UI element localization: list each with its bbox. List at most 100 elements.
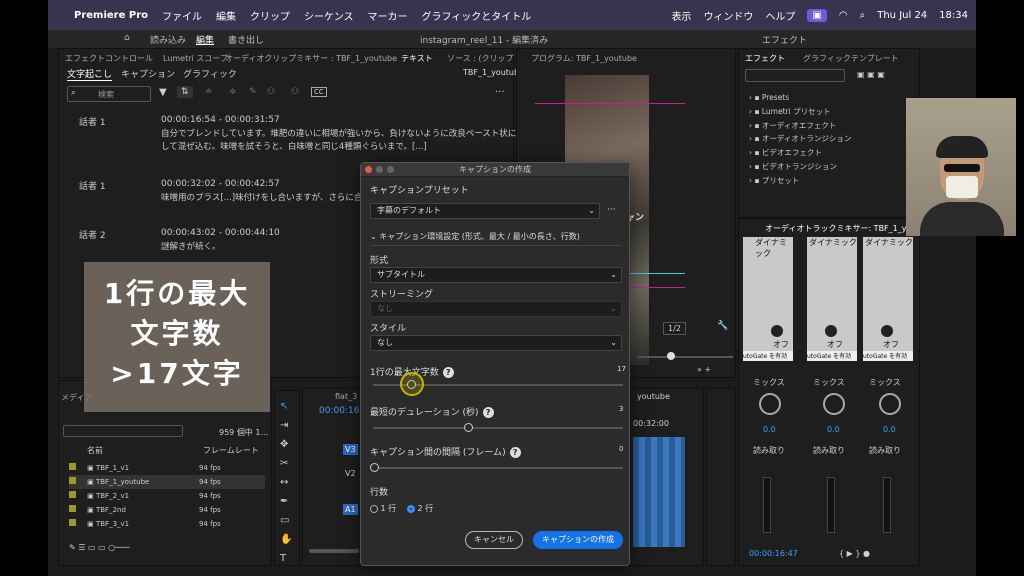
col-name[interactable]: 名前 xyxy=(87,445,103,456)
pan-knob[interactable] xyxy=(759,393,781,415)
menu-file[interactable]: ファイル xyxy=(162,8,202,23)
entry-text[interactable]: して混ぜ込む。味噌を試そうと、白味噌と同じ4種類ぐらいまで。[...] xyxy=(161,140,427,152)
close-icon[interactable] xyxy=(365,166,372,173)
menu-help[interactable]: ヘルプ xyxy=(765,8,795,23)
project-item[interactable]: ▣ TBF_2nd 94 fps xyxy=(69,503,265,517)
format-select[interactable]: サブタイトル ⌄ xyxy=(370,267,622,283)
tab-export[interactable]: 書き出し xyxy=(228,33,264,46)
tab-effects[interactable]: エフェクト xyxy=(745,53,785,64)
scrub-bar[interactable] xyxy=(637,356,733,358)
pen-icon[interactable]: ✒ xyxy=(280,492,292,511)
tab-lumetri[interactable]: Lumetri スコープ xyxy=(163,53,228,64)
tab-effect-controls[interactable]: エフェクトコントロール xyxy=(65,53,153,64)
tab-source[interactable]: ソース : (クリップ xyxy=(447,53,514,64)
speaker-label[interactable]: 話者 2 xyxy=(79,228,106,241)
playhead-knob[interactable] xyxy=(667,352,675,360)
audio-clip[interactable] xyxy=(633,437,685,547)
effects-item[interactable]: › ▪ プリセット xyxy=(749,174,851,188)
gap-knob[interactable] xyxy=(370,463,379,472)
preset-more-icon[interactable]: ··· xyxy=(607,205,616,215)
tab-audio-clip-mixer[interactable]: オーディオクリップミキサー : TBF_1_youtube xyxy=(225,53,397,64)
project-item[interactable]: ▣ TBF_1_youtube 94 fps xyxy=(69,475,265,489)
project-search[interactable] xyxy=(63,425,183,437)
split-icon[interactable]: ⇅ xyxy=(177,86,193,98)
align-icon[interactable]: ≑ xyxy=(229,87,237,97)
project-item[interactable]: ▣ TBF_2_v1 94 fps xyxy=(69,489,265,503)
cancel-button[interactable]: キャンセル xyxy=(465,531,523,549)
zoom-icon[interactable] xyxy=(387,166,394,173)
pan-knob[interactable] xyxy=(879,393,901,415)
effects-item[interactable]: › ▪ ビデオトランジション xyxy=(749,160,851,174)
col-fps[interactable]: フレームレート xyxy=(203,445,259,456)
subtab-graphics[interactable]: グラフィック xyxy=(183,67,237,80)
track-select-icon[interactable]: ⇥ xyxy=(280,416,292,435)
track-v2[interactable]: V2 xyxy=(345,469,356,478)
mode-select[interactable]: ミックス xyxy=(869,377,901,388)
preset-select[interactable]: 字幕のデフォルト ⌄ xyxy=(370,203,600,219)
subtab-captions[interactable]: キャプション xyxy=(121,67,175,80)
zoom-select[interactable]: 1/2 xyxy=(663,322,686,335)
entry-text[interactable]: 自分でブレンドしています。堆肥の違いに相場が強いから、負けないように改良ペースト… xyxy=(161,127,516,139)
menu-marker[interactable]: マーカー xyxy=(368,8,408,23)
tab-graphics-templates[interactable]: グラフィックテンプレート xyxy=(803,53,899,64)
type-icon[interactable]: T xyxy=(280,549,292,568)
knob-icon[interactable] xyxy=(881,325,893,337)
workspace-label[interactable]: エフェクト xyxy=(762,33,807,46)
subtab-transcript[interactable]: 文字起こし xyxy=(67,67,113,81)
mode-select[interactable]: ミックス xyxy=(813,377,845,388)
cc-icon[interactable]: CC xyxy=(311,87,327,97)
home-icon[interactable]: ⌂ xyxy=(124,33,130,43)
entry-text[interactable]: 謎解きが続く。 xyxy=(161,240,221,252)
volume-fader[interactable] xyxy=(763,477,771,533)
razor-icon[interactable]: ✂ xyxy=(280,454,292,473)
track-v3[interactable]: V3 xyxy=(343,444,358,455)
app-menu[interactable]: Premiere Pro xyxy=(74,10,148,21)
menu-graphics[interactable]: グラフィックとタイトル xyxy=(422,8,532,23)
mode-select[interactable]: ミックス xyxy=(753,377,785,388)
tab-import[interactable]: 読み込み xyxy=(150,33,186,46)
entry-text[interactable]: 味噌用のプラス[...]味付けをし合いますが、さらに合う xyxy=(161,191,371,203)
ripple-edit-icon[interactable]: ✥ xyxy=(280,435,292,454)
speaker-label[interactable]: 話者 1 xyxy=(79,115,106,128)
transport-controls[interactable]: { ▶ } ● xyxy=(839,549,870,558)
pan-knob[interactable] xyxy=(823,393,845,415)
project-item[interactable]: ▣ TBF_3_v1 94 fps xyxy=(69,517,265,531)
wrench-icon[interactable]: 🔧 xyxy=(717,321,728,331)
menu-sequence[interactable]: シーケンス xyxy=(304,8,354,23)
effects-item[interactable]: › ▪ オーディオトランジション xyxy=(749,132,851,146)
project-item[interactable]: ▣ TBF_1_v1 94 fps xyxy=(69,461,265,475)
rectangle-icon[interactable]: ▭ xyxy=(280,511,292,530)
create-captions-button[interactable]: キャプションの作成 xyxy=(533,531,623,549)
tab-text[interactable]: テキスト xyxy=(401,53,433,64)
lines-option-2[interactable]: 2 行 xyxy=(407,503,433,514)
wifi-icon[interactable]: ◠ xyxy=(839,10,848,21)
volume-fader[interactable] xyxy=(883,477,891,533)
sequence-tab[interactable]: flat_3 xyxy=(335,392,357,401)
mixer-channel[interactable]: ダイナミック オフ utoGate を有効 xyxy=(863,237,913,361)
screen-record-icon[interactable]: ▣ xyxy=(807,8,827,22)
read-select[interactable]: 読み取り xyxy=(813,445,845,456)
slip-icon[interactable]: ↔ xyxy=(280,473,292,492)
speakers-icon[interactable]: ⚇ xyxy=(291,87,299,97)
track-a1[interactable]: A1 xyxy=(343,504,358,515)
preset-filter-icons[interactable]: ▣ ▣ ▣ xyxy=(857,70,885,79)
effects-item[interactable]: › ▪ Lumetri プリセット xyxy=(749,105,851,119)
zoom-scroll[interactable] xyxy=(309,549,359,553)
hand-icon[interactable]: ✋ xyxy=(280,530,292,549)
tab-edit[interactable]: 編集 xyxy=(196,33,214,46)
gap-slider[interactable] xyxy=(373,467,623,469)
sequence-tab-2[interactable]: youtube xyxy=(637,392,670,401)
min-duration-slider[interactable] xyxy=(373,427,623,429)
mixer-channel[interactable]: ダイナミック オフ utoGate を有効 xyxy=(743,237,793,361)
mixer-channel[interactable]: ダイナミック オフ utoGate を有効 xyxy=(807,237,857,361)
filter-icon[interactable]: ▼ xyxy=(159,87,167,98)
menu-view[interactable]: 表示 xyxy=(671,8,691,23)
merge-icon[interactable]: ≐ xyxy=(205,87,213,97)
effects-search[interactable] xyxy=(745,69,845,82)
read-select[interactable]: 読み取り xyxy=(753,445,785,456)
lines-option-1[interactable]: 1 行 xyxy=(370,503,396,514)
effects-item[interactable]: › ▪ オーディオエフェクト xyxy=(749,119,851,133)
menu-window[interactable]: ウィンドウ xyxy=(703,8,753,23)
speaker-label[interactable]: 話者 1 xyxy=(79,179,106,192)
add-icon[interactable]: » + xyxy=(697,365,711,374)
